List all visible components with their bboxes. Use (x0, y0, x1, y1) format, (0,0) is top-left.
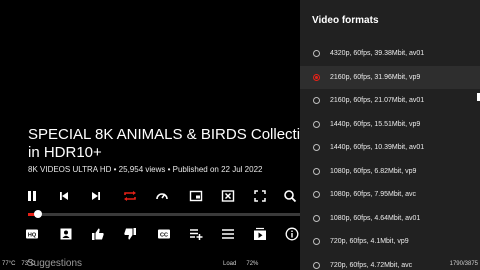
hq-icon[interactable]: HQ (20, 223, 44, 245)
close-box-icon[interactable] (216, 185, 240, 207)
radio-icon (313, 50, 320, 58)
radio-icon (313, 261, 320, 269)
progress-handle[interactable] (33, 210, 42, 218)
format-option[interactable]: 720p, 60fps, 4.1Mbit, vp9 (300, 230, 480, 254)
format-label: 720p, 60fps, 4.1Mbit, vp9 (330, 238, 409, 246)
video-player[interactable]: SPECIAL 8K ANIMALS & BIRDS Collection in… (0, 0, 317, 270)
like-icon[interactable] (86, 223, 110, 245)
temp-primary: 77°C (2, 261, 16, 267)
subscriptions-icon[interactable] (248, 223, 272, 245)
format-label: 1440p, 60fps, 15.51Mbit, vp9 (330, 120, 421, 128)
video-formats-panel: Video formats 4320p, 60fps, 39.38Mbit, a… (300, 0, 480, 270)
radio-icon (313, 167, 320, 175)
fullscreen-icon[interactable] (248, 185, 272, 207)
search-icon[interactable] (278, 185, 302, 207)
format-label: 1080p, 60fps, 7.95Mbit, avc (330, 191, 416, 199)
format-label: 1080p, 60fps, 6.82Mbit, vp9 (330, 167, 417, 175)
panel-title: Video formats (312, 15, 379, 26)
menu-icon[interactable] (216, 223, 240, 245)
format-list: 4320p, 60fps, 39.38Mbit, av01 2160p, 60fp… (300, 42, 480, 270)
add-to-playlist-icon[interactable] (184, 223, 208, 245)
progress-bar[interactable] (28, 210, 300, 218)
format-option[interactable]: 1080p, 60fps, 6.82Mbit, vp9 (300, 160, 480, 184)
radio-icon (313, 214, 320, 222)
radio-icon (313, 120, 320, 128)
load-readout: Load 72% (223, 261, 268, 267)
subtitles-icon[interactable]: CC (152, 223, 176, 245)
format-label: 1080p, 60fps, 4.64Mbit, av01 (330, 214, 421, 222)
item-counter: 1790/3875 (449, 261, 478, 267)
radio-icon (313, 238, 320, 246)
picture-in-picture-icon[interactable] (184, 185, 208, 207)
video-meta: 8K VIDEOS ULTRA HD • 25,954 views • Publ… (28, 165, 263, 174)
format-label: 2160p, 60fps, 31.96Mbit, vp9 (330, 73, 421, 81)
load-value: 72% (246, 261, 259, 267)
subtitles-icon-label: CC (160, 233, 168, 239)
suggestions-label[interactable]: Suggestions (27, 258, 82, 269)
radio-icon (313, 97, 320, 105)
format-option[interactable]: 4320p, 60fps, 39.38Mbit, av01 (300, 42, 480, 66)
format-label: 1440p, 60fps, 10.39Mbit, av01 (330, 144, 425, 152)
format-label: 4320p, 60fps, 39.38Mbit, av01 (330, 50, 425, 58)
format-label: 2160p, 60fps, 21.07Mbit, av01 (330, 97, 425, 105)
radio-icon (313, 73, 320, 81)
load-label: Load (223, 261, 237, 267)
format-option[interactable]: 1080p, 60fps, 4.64Mbit, av01 (300, 207, 480, 231)
radio-icon (313, 191, 320, 199)
dislike-icon[interactable] (118, 223, 142, 245)
repeat-icon[interactable] (118, 185, 142, 207)
format-option[interactable]: 1080p, 60fps, 7.95Mbit, avc (300, 183, 480, 207)
skip-previous-icon[interactable] (52, 185, 76, 207)
format-option[interactable]: 1440p, 60fps, 10.39Mbit, av01 (300, 136, 480, 160)
skip-next-icon[interactable] (84, 185, 108, 207)
speed-icon[interactable] (150, 185, 174, 207)
radio-icon (313, 144, 320, 152)
user-icon[interactable] (54, 223, 78, 245)
pause-icon[interactable] (20, 185, 44, 207)
format-option[interactable]: 2160p, 60fps, 21.07Mbit, av01 (300, 89, 480, 113)
hq-icon-label: HQ (28, 233, 37, 239)
format-option[interactable]: 2160p, 60fps, 31.96Mbit, vp9 (300, 65, 480, 89)
video-title: SPECIAL 8K ANIMALS & BIRDS Collection in… (28, 126, 317, 161)
format-option[interactable]: 1440p, 60fps, 15.51Mbit, vp9 (300, 113, 480, 137)
format-label: 720p, 60fps, 4.72Mbit, avc (330, 261, 413, 269)
